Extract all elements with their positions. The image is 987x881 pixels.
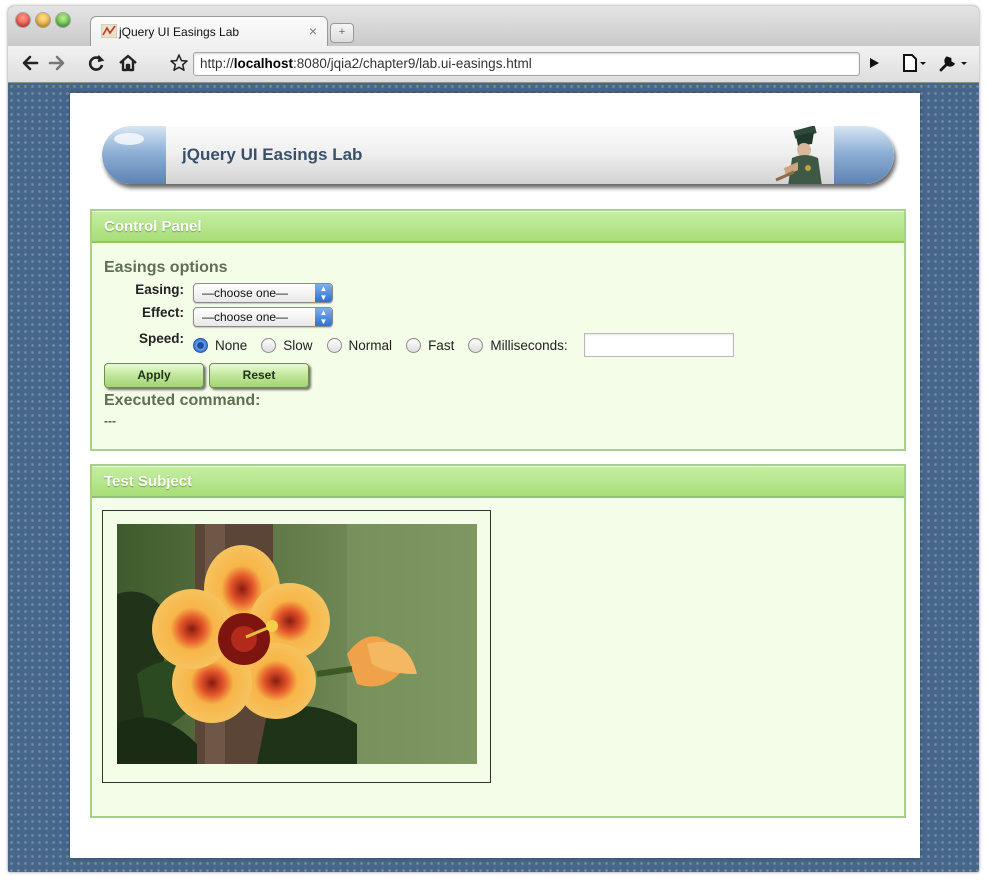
browser-tab[interactable]: jQuery UI Easings Lab × (90, 16, 328, 47)
speed-radio-slow[interactable] (261, 337, 277, 353)
banner-right-cap (834, 126, 894, 184)
back-arrow-icon[interactable] (20, 52, 40, 74)
speed-radio-none[interactable] (193, 337, 208, 353)
new-tab-button[interactable]: + (330, 23, 354, 43)
test-subject-header (92, 466, 904, 498)
executed-command-title: Executed command: (104, 392, 261, 409)
page-menu-icon[interactable] (901, 52, 931, 74)
hibiscus-flower-image (117, 524, 477, 764)
easing-select-value: —choose one— (202, 286, 289, 300)
speed-radio-normal[interactable] (326, 337, 342, 353)
control-panel-title: Control Panel (104, 218, 202, 235)
test-subject-title: Test Subject (104, 473, 193, 490)
easing-label: Easing: (135, 282, 184, 297)
play-icon[interactable] (866, 52, 882, 74)
minimize-window-button[interactable] (36, 13, 50, 27)
tab-close-icon[interactable]: × (309, 23, 317, 39)
speed-radio-fast[interactable] (406, 337, 422, 353)
executed-command-value: --- (104, 414, 116, 428)
browser-toolbar: http://localhost:8080/jqia2/chapter9/lab… (8, 46, 979, 83)
select-arrows-icon: ▲ ▼ (315, 308, 332, 326)
test-subject-panel: Test Subject (90, 464, 906, 818)
control-panel: Control Panel Easings options Easing: —c… (90, 209, 906, 451)
speed-label-slow: Slow (283, 337, 313, 353)
easings-options-title: Easings options (104, 259, 228, 276)
mascot-image (775, 126, 822, 184)
zoom-window-button[interactable] (56, 13, 70, 27)
apply-button[interactable]: Apply (104, 363, 204, 388)
forward-arrow-icon[interactable] (47, 52, 67, 74)
close-window-button[interactable] (16, 13, 30, 27)
easing-select[interactable]: —choose one— ▲ ▼ (193, 283, 333, 303)
milliseconds-input[interactable] (583, 333, 734, 357)
effect-select[interactable]: —choose one— ▲ ▼ (193, 307, 333, 327)
speed-label: Speed: (138, 331, 184, 346)
home-icon[interactable] (117, 52, 139, 74)
bookmark-star-icon[interactable] (168, 52, 190, 74)
window-controls (16, 13, 70, 27)
browser-window: jQuery UI Easings Lab × + http://localho… (8, 6, 979, 872)
speed-radio-milliseconds[interactable] (468, 337, 484, 353)
test-subject-frame (102, 510, 491, 783)
tab-strip: jQuery UI Easings Lab × + (8, 6, 979, 47)
control-panel-header (92, 211, 904, 243)
effect-select-value: —choose one— (202, 310, 289, 324)
page-title: jQuery UI Easings Lab (182, 145, 363, 164)
banner-left-cap (102, 126, 166, 184)
tab-title: jQuery UI Easings Lab (119, 25, 240, 39)
address-bar[interactable]: http://localhost:8080/jqia2/chapter9/lab… (193, 52, 860, 76)
page-viewport: jQuery UI Easings Lab Control Panel Easi… (8, 83, 979, 872)
page-banner: jQuery UI Easings Lab (102, 126, 894, 184)
url-text: http://localhost:8080/jqia2/chapter9/lab… (200, 56, 532, 71)
select-arrows-icon: ▲ ▼ (315, 284, 332, 302)
speed-label-fast: Fast (428, 337, 455, 353)
page-content: jQuery UI Easings Lab Control Panel Easi… (70, 93, 920, 858)
reload-icon[interactable] (86, 52, 106, 74)
wrench-icon[interactable] (938, 52, 972, 74)
speed-label-milliseconds: Milliseconds: (490, 337, 568, 353)
effect-label: Effect: (141, 305, 184, 320)
favicon-icon (101, 24, 117, 38)
reset-button[interactable]: Reset (209, 363, 309, 388)
speed-label-none: None (215, 337, 248, 353)
speed-radio-group: None Slow Normal Fast Milliseconds: (193, 333, 734, 357)
speed-label-normal: Normal (348, 337, 393, 353)
